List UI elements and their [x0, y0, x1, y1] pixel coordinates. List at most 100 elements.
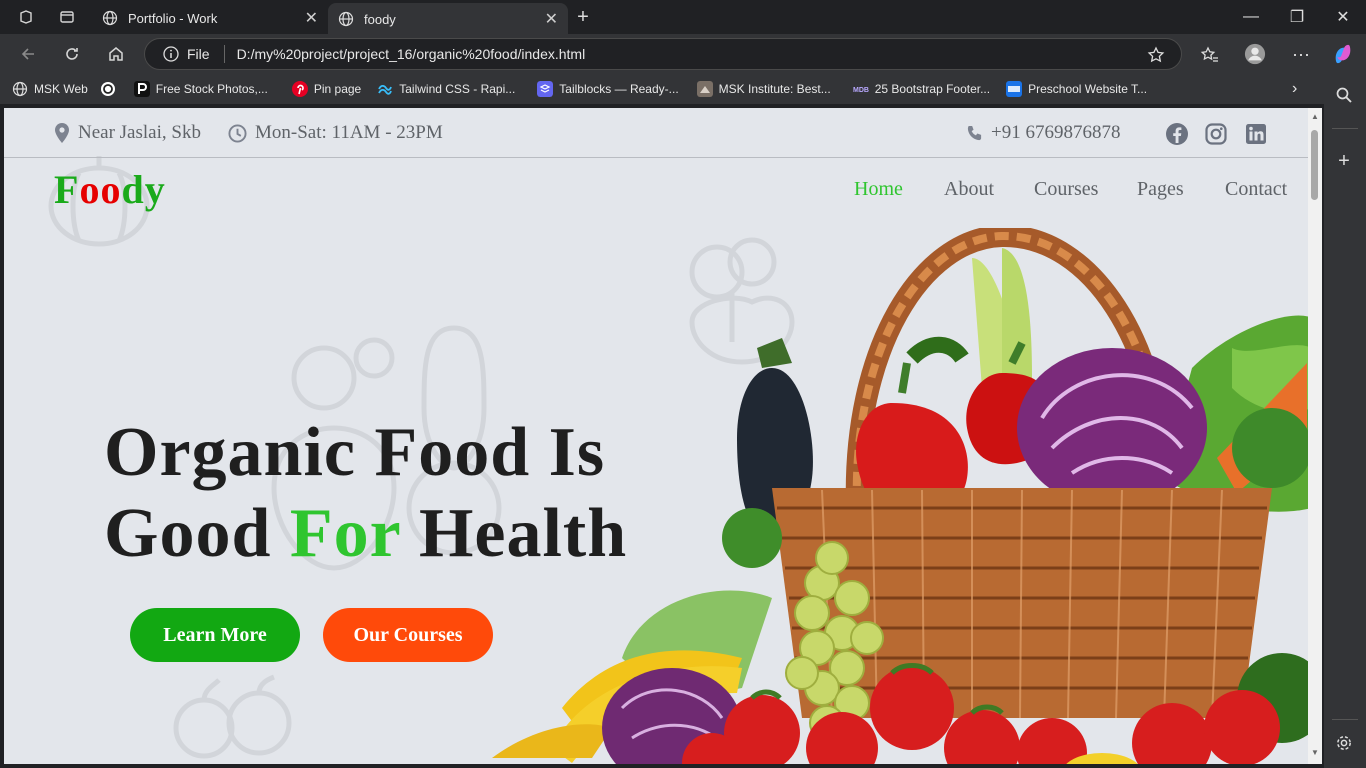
workspaces-icon[interactable] [0, 0, 52, 34]
tab-portfolio[interactable]: Portfolio - Work ✕ [92, 3, 328, 33]
hero-word-health: Health [400, 495, 628, 572]
bookmark-label: Preschool Website T... [1028, 82, 1148, 96]
bookmark-label: Pin page [313, 82, 362, 96]
tab-foody[interactable]: foody ✕ [328, 3, 568, 35]
add-sidebar-app-icon[interactable]: + [1333, 150, 1355, 172]
page-scrollbar[interactable]: ▲ ▼ [1308, 108, 1322, 764]
address-toolbar: File D:/my%20project/project_16/organic%… [0, 34, 1366, 74]
copilot-icon[interactable] [1332, 43, 1354, 65]
scrollbar-thumb[interactable] [1311, 130, 1318, 200]
preschool-icon [1006, 81, 1023, 97]
logo-letter: oo [79, 167, 122, 212]
reload-button[interactable] [50, 34, 94, 74]
scroll-down-arrow-icon[interactable]: ▼ [1311, 748, 1319, 757]
facebook-icon[interactable] [1165, 122, 1189, 146]
bookmark-bootstrap-footer[interactable]: MDB 25 Bootstrap Footer... [853, 81, 990, 97]
tailblocks-icon [537, 81, 554, 97]
tab-actions-icon[interactable] [52, 0, 82, 34]
bookmark-label: Free Stock Photos,... [155, 82, 268, 96]
nav-courses[interactable]: Courses [1034, 178, 1098, 201]
profile-avatar[interactable] [1244, 43, 1266, 65]
address-bar[interactable]: File D:/my%20project/project_16/organic%… [144, 38, 1182, 70]
browser-sidebar: + [1324, 74, 1366, 768]
minimize-button[interactable]: — [1228, 0, 1274, 34]
bookmark-pin-page[interactable]: Pin page [291, 81, 362, 97]
tab-title: Portfolio - Work [128, 10, 218, 26]
openai-icon [100, 82, 115, 96]
learn-more-button[interactable]: Learn More [130, 608, 300, 662]
bookmark-label: Tailblocks — Ready-... [559, 82, 679, 96]
nav-pages[interactable]: Pages [1137, 178, 1184, 201]
bookmarks-bar: MSK Web Free Stock Photos,... Pin page T… [0, 74, 1366, 104]
tab-title: foody [364, 11, 396, 27]
hero-heading-line1: Organic Food Is [104, 414, 606, 491]
bookmarks-overflow-chevron-icon[interactable]: › [1292, 80, 1297, 98]
top-info-bar: Near Jaslai, Skb Mon-Sat: 11AM - 23PM +9… [4, 108, 1308, 158]
instagram-icon[interactable] [1204, 122, 1228, 146]
bookmark-label: MSK Institute: Best... [718, 82, 831, 96]
settings-gear-icon[interactable] [1333, 732, 1355, 754]
globe-icon [12, 81, 28, 97]
linkedin-icon[interactable] [1244, 122, 1268, 146]
favorites-icon[interactable] [1199, 44, 1221, 66]
phone-icon [967, 125, 982, 140]
bookmark-label: MSK Web [34, 82, 88, 96]
location-text: Near Jaslai, Skb [78, 122, 201, 143]
logo-letter: d [121, 167, 145, 212]
location-info: Near Jaslai, Skb [54, 122, 201, 144]
browser-tab-strip: Portfolio - Work ✕ foody ✕ + — ❐ ✕ [0, 0, 1366, 35]
close-window-button[interactable]: ✕ [1320, 0, 1366, 34]
bookmark-tailwind[interactable]: Tailwind CSS - Rapi... [377, 81, 515, 97]
close-tab-icon[interactable]: ✕ [305, 8, 318, 28]
sidebar-divider [1332, 719, 1358, 720]
hours-text: Mon-Sat: 11AM - 23PM [255, 122, 443, 143]
fruits-doodle-icon [173, 674, 292, 759]
logo-letter: y [144, 167, 166, 212]
pexels-icon [133, 81, 150, 97]
globe-icon [102, 10, 118, 26]
nav-about[interactable]: About [944, 178, 994, 201]
sidebar-divider [1332, 128, 1358, 129]
home-button[interactable] [94, 34, 138, 74]
nav-home[interactable]: Home [854, 178, 903, 201]
institute-icon [696, 81, 713, 97]
logo-letter: F [54, 167, 80, 212]
nav-contact[interactable]: Contact [1225, 178, 1287, 201]
svg-text:MDB: MDB [853, 87, 869, 94]
new-tab-button[interactable]: + [568, 6, 598, 29]
bookmark-tailblocks[interactable]: Tailblocks — Ready-... [537, 81, 679, 97]
bookmark-label: 25 Bootstrap Footer... [874, 82, 991, 96]
hero-word-for: For [289, 495, 401, 572]
clock-icon [228, 123, 247, 143]
hero-heading: Organic Food Is Good For Health [104, 412, 627, 574]
phone-text: +91 6769876878 [991, 122, 1121, 143]
favorite-star-icon[interactable] [1147, 46, 1165, 64]
bookmark-msk-institute[interactable]: MSK Institute: Best... [696, 81, 831, 97]
globe-icon [338, 11, 354, 27]
more-menu-icon[interactable]: ⋯ [1290, 44, 1312, 66]
scroll-up-arrow-icon[interactable]: ▲ [1311, 112, 1319, 121]
hours-info: Mon-Sat: 11AM - 23PM [228, 122, 443, 144]
scheme-label: File [187, 46, 210, 62]
mdb-icon: MDB [853, 87, 869, 94]
restore-button[interactable]: ❐ [1274, 0, 1320, 34]
map-pin-icon [55, 123, 69, 143]
page-viewport: Near Jaslai, Skb Mon-Sat: 11AM - 23PM +9… [4, 108, 1308, 764]
brand-logo[interactable]: Foody [54, 166, 166, 213]
close-tab-icon[interactable]: ✕ [545, 9, 558, 29]
bookmark-chatgpt[interactable] [100, 81, 122, 97]
bookmark-preschool[interactable]: Preschool Website T... [1006, 81, 1147, 97]
phone-info: +91 6769876878 [966, 122, 1120, 144]
hero-heading-line2: Good For Health [104, 493, 627, 574]
bookmark-label: Tailwind CSS - Rapi... [399, 82, 516, 96]
bookmark-msk-web[interactable]: MSK Web [12, 81, 88, 97]
info-icon[interactable] [163, 46, 179, 62]
our-courses-button[interactable]: Our Courses [323, 608, 493, 662]
back-button[interactable] [6, 34, 50, 74]
url-text[interactable]: D:/my%20project/project_16/organic%20foo… [237, 46, 586, 62]
search-icon[interactable] [1333, 84, 1355, 106]
bookmark-free-stock-photos[interactable]: Free Stock Photos,... [133, 81, 268, 97]
tailwind-icon [378, 84, 393, 95]
divider [223, 45, 225, 63]
hero-word-good: Good [104, 495, 290, 572]
